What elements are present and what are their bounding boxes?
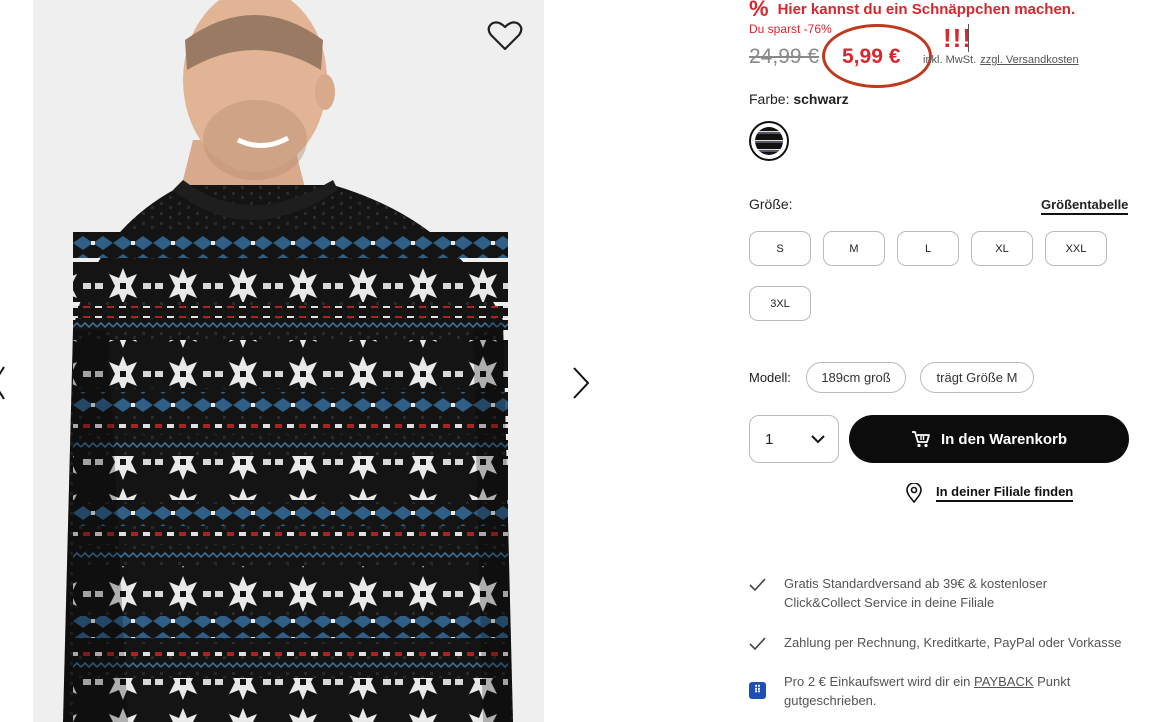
location-pin-icon [906,483,922,503]
payback-badge: ⠿ [749,682,766,699]
benefit-shipping-text: Gratis Standardversand ab 39€ & kostenlo… [784,574,1047,612]
benefit-shipping-line1: Gratis Standardversand ab 39€ & kostenlo… [784,576,1048,591]
size-option-m[interactable]: M [823,231,885,266]
payback-post: Punkt [1033,674,1071,689]
add-to-cart-label: In den Warenkorb [940,430,1068,448]
benefit-payback: ⠿ Pro 2 € Einkaufswert wird dir ein PAYB… [749,672,1070,710]
payback-pre: Pro 2 € Einkaufswert wird dir ein [784,674,975,689]
payback-link[interactable]: PAYBACK [974,674,1033,689]
text-cursor [968,24,969,52]
quantity-select[interactable]: 1 [749,415,839,463]
sale-price: 5,99 € [842,45,901,68]
old-price: 24,99 € [749,45,820,68]
tax-note: inkl. MwSt. zzgl. Versandkosten [923,54,1079,66]
color-value: schwarz [793,91,849,107]
benefit-shipping: Gratis Standardversand ab 39€ & kostenlo… [749,574,1047,612]
savings-text: Du sparst -76% [749,22,832,36]
model-size-pill: trägt Größe M [920,362,1034,393]
add-to-cart-button[interactable]: In den Warenkorb [849,415,1129,463]
shipping-costs-link[interactable]: zzgl. Versandkosten [980,54,1078,66]
heart-icon[interactable] [487,20,523,52]
model-height-pill: 189cm groß [806,362,906,393]
check-icon [749,637,766,651]
benefit-payback-line2: gutgeschrieben. [784,693,877,708]
swatch-pattern [755,127,783,155]
benefit-payback-text: Pro 2 € Einkaufswert wird dir ein PAYBAC… [784,672,1070,710]
cart-icon [911,431,930,448]
quantity-value: 1 [765,430,774,448]
size-chart-link[interactable]: Größentabelle [1041,197,1129,215]
benefit-payment-text: Zahlung per Rechnung, Kreditkarte, PayPa… [784,635,1122,650]
size-option-l[interactable]: L [897,231,959,266]
size-option-xxl[interactable]: XXL [1045,231,1107,266]
product-image[interactable] [33,0,544,722]
color-label: Farbe: schwarz [749,91,849,107]
find-store-link[interactable]: In deiner Filiale finden [906,483,1074,503]
model-label: Modell: [749,370,791,385]
size-option-3xl[interactable]: 3XL [749,286,811,321]
color-label-text: Farbe: [749,91,790,107]
find-store-label: In deiner Filiale finden [936,484,1074,502]
check-icon [749,578,766,592]
benefit-shipping-line2: Click&Collect Service in deine Filiale [784,595,995,610]
tax-text: inkl. MwSt. [923,54,977,66]
chevron-right-icon[interactable] [568,365,594,401]
color-swatch-schwarz[interactable] [749,121,789,161]
payback-icon: ⠿ [749,682,766,699]
chevron-left-icon[interactable] [0,365,6,401]
size-option-xl[interactable]: XL [971,231,1033,266]
benefit-payment: Zahlung per Rechnung, Kreditkarte, PayPa… [749,633,1121,652]
deal-text: Hier kannst du ein Schnäppchen machen. [777,0,1076,18]
benefit-payback-line1: Pro 2 € Einkaufswert wird dir ein PAYBAC… [784,672,1070,691]
deal-banner: % Hier kannst du ein Schnäppchen machen. [749,0,1076,21]
product-photo-illustration [33,0,544,722]
percent-icon: % [749,0,769,21]
size-label: Größe: [749,196,793,212]
chevron-down-icon [811,435,825,444]
size-option-s[interactable]: S [749,231,811,266]
